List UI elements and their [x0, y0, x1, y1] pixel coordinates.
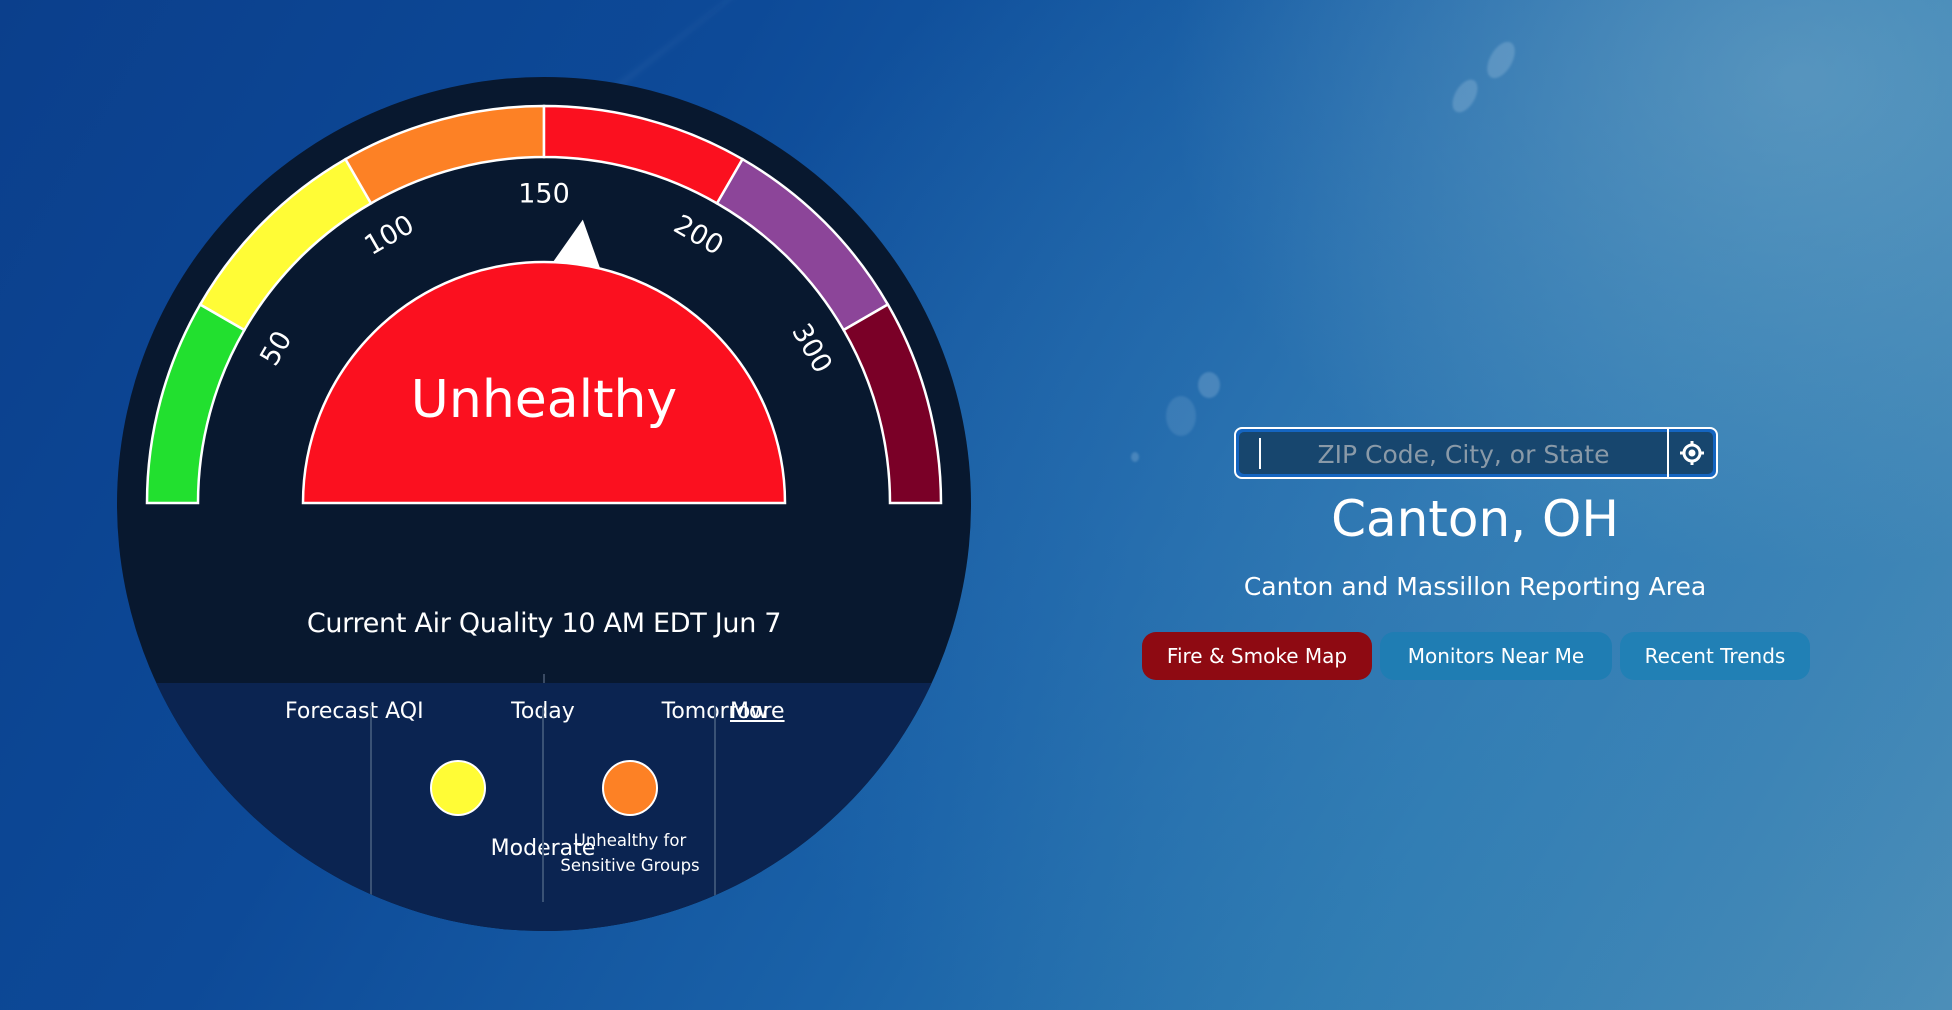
gauge-segment-moderate: [198, 157, 373, 332]
gauge-segment-unhealthy: [542, 104, 745, 206]
fire-smoke-map-button[interactable]: Fire & Smoke Map: [1142, 632, 1372, 680]
gauge-segment-very-unhealthy: [715, 157, 890, 332]
reporting-area: Canton and Massillon Reporting Area: [1243, 572, 1707, 601]
forecast-section: Forecast AQI Today Moderate Tomorrow Unh…: [117, 683, 971, 931]
divider: [370, 706, 372, 902]
divider: [714, 706, 716, 902]
location-search-input[interactable]: [1259, 432, 1668, 476]
divider: [542, 706, 544, 902]
search-field-container: [1239, 429, 1713, 477]
background-bokeh: [1447, 75, 1483, 117]
recent-trends-button[interactable]: Recent Trends: [1620, 632, 1810, 680]
forecast-category-line: Sensitive Groups: [560, 856, 700, 875]
forecast-aqi-label: Forecast AQI: [285, 699, 424, 724]
background-bokeh: [1131, 452, 1139, 462]
forecast-category-line: Unhealthy for: [573, 831, 687, 850]
current-aqi-row: 163 NowCast AQI PM2.5: [117, 597, 971, 752]
monitors-near-me-button[interactable]: Monitors Near Me: [1380, 632, 1612, 680]
location-title: Canton, OH: [1331, 490, 1619, 548]
use-my-location-button[interactable]: [1670, 432, 1713, 474]
aqi-gauge-card: 50 100 150 200 300 Unhealthy Current Air Qual…: [117, 77, 971, 931]
gauge-segment-hazardous: [841, 302, 943, 505]
gauge-segment-unhealthy-for-sensitive-groups: [343, 104, 546, 206]
gauge-category-label: Unhealthy: [411, 370, 677, 430]
gauge-tick-label: 150: [518, 179, 570, 210]
divider: [1667, 429, 1669, 477]
location-search: [1234, 427, 1718, 479]
gauge-tick-label: 100: [359, 209, 419, 262]
background-bokeh: [1166, 396, 1196, 436]
gauge-tick-label: 200: [668, 209, 728, 262]
crosshair-locate-icon: [1679, 441, 1704, 465]
text-caret: [1259, 438, 1261, 469]
forecast-category-dot: [430, 760, 486, 816]
background-bokeh: [1198, 372, 1220, 398]
forecast-category-dot: [602, 760, 658, 816]
forecast-more-link[interactable]: More: [730, 699, 785, 724]
gauge-tick-label: 300: [785, 318, 838, 378]
background-bokeh: [1481, 37, 1521, 83]
gauge-tick-label: 50: [254, 326, 298, 371]
forecast-category: Unhealthy for Sensitive Groups: [545, 828, 715, 878]
gauge-segment-good: [145, 302, 247, 505]
